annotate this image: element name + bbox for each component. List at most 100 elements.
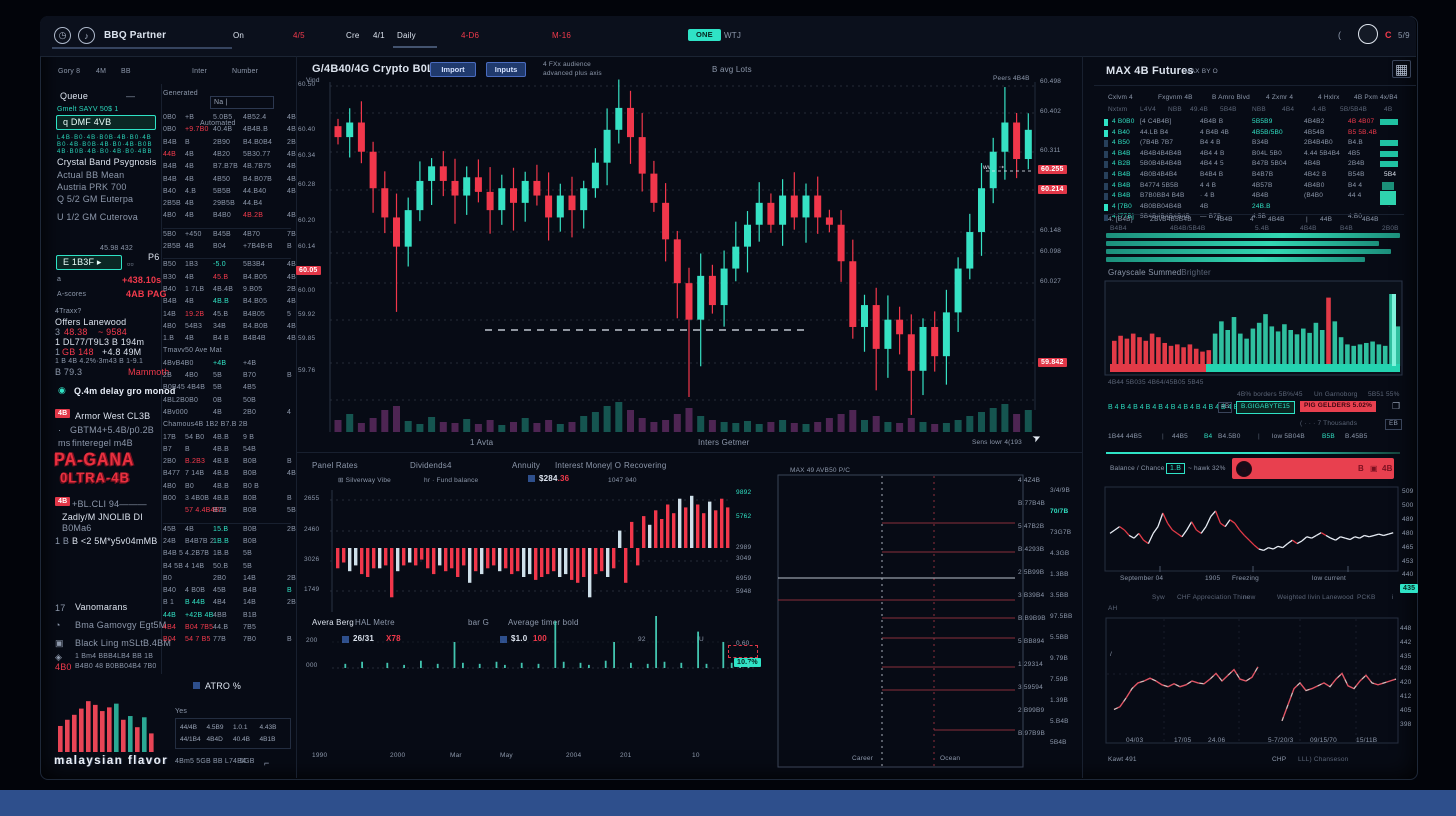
futures-row[interactable]: 4 B0B0[4 C4B4B]4B4B B5B5B94B4B24B 4B07 — [1104, 118, 1404, 128]
watchlist-row[interactable]: 44B4B4B205B30.774B — [163, 151, 293, 162]
clock-icon[interactable]: ◷ — [54, 27, 71, 44]
footer-link[interactable]: i — [1392, 595, 1394, 602]
column-header[interactable]: Fxgvnm 4B — [1158, 95, 1193, 102]
popout-icon[interactable]: ❐ — [1392, 402, 1400, 411]
futures-row[interactable]: 4 B4B4B4B4B4B4B4B4 4 BB04L 5B04.44 5B4B4… — [1104, 150, 1404, 160]
watchlist-row[interactable]: 17B54 B04B.B9 B — [163, 434, 293, 445]
section-grayscale[interactable]: Grayscale Summed — [1108, 269, 1181, 277]
section-brighter[interactable]: · Brighter — [1176, 269, 1211, 277]
watchlist-row[interactable]: B404.B5B5B44.B404B — [163, 188, 293, 199]
topbar-nav-item[interactable]: 4/5 — [293, 32, 305, 40]
futures-row[interactable]: 4 B4BB7B0BB4 B4B· 4 B4B4B(B4B044 4 — [1104, 192, 1404, 202]
column-header[interactable]: 4 Hxlrx — [1318, 95, 1340, 102]
eb-chip[interactable]: EB — [1385, 419, 1402, 430]
alert-badge[interactable]: C — [1385, 31, 1392, 40]
sidebar-filter-input[interactable]: Na | — [210, 96, 274, 109]
watchlist-row[interactable]: 5B0+450B45B4B707B — [163, 231, 293, 242]
inputs-button[interactable]: Inputs — [486, 62, 526, 77]
futures-row[interactable]: 4 B4BB4774 5B5B4 4 B4B57B4B4B0B4 4 — [1104, 182, 1404, 192]
column-header[interactable]: 4B Pxm 4x/B4 — [1354, 95, 1398, 102]
topbar-nav-item[interactable]: 4/1 — [373, 32, 385, 40]
footer-link[interactable]: Weighted livin Lanewood — [1277, 595, 1354, 602]
watchlist-row[interactable]: B401 7LB4B.4B9.B052B — [163, 286, 293, 297]
watchlist-row[interactable]: 4BL2B0B00B50B — [163, 397, 293, 408]
watchlist-row[interactable]: 44B+42B 4B4BBB1B — [163, 612, 293, 623]
symbol-select[interactable]: q DMF 4VB — [56, 115, 156, 130]
watchlist-row[interactable]: 0B0+9.7B040.4B4B4B.B4B — [163, 126, 293, 137]
gelders-chip[interactable]: PIG GELDERS 5.02% — [1300, 401, 1376, 412]
watchlist-row[interactable]: 4B4B04 7B544.B7B5 — [163, 624, 293, 635]
alert-progress-bar[interactable]: a B ▣ 4B — [1232, 458, 1394, 479]
watchlist-row[interactable]: 1.B4BB4 BB4B4B4B — [163, 335, 293, 346]
watchlist-row[interactable]: B 1B 44B4B414B2B — [163, 599, 293, 610]
tab-dividends[interactable]: Dividends — [410, 462, 447, 470]
watchlist-row[interactable]: 4Bv0004B2B04 — [163, 409, 293, 420]
notifications-icon[interactable]: ♪ — [78, 27, 95, 44]
futures-row[interactable]: 4 B50(7B4B 7B7B4 4 BB34B2B4B4B0B4.B — [1104, 139, 1404, 149]
futures-row[interactable]: 4 B2B5B0B4B4B4B4B4 4 5B47B 5B044B4B2B4B — [1104, 160, 1404, 170]
watchlist-row[interactable]: 2B0B.2B34B.BB0BB — [163, 458, 293, 469]
tab-panel-rates[interactable]: Panel Rates — [312, 462, 358, 470]
watchlist-row[interactable]: B4777 14B4B.BB0B4B — [163, 470, 293, 481]
grid-layout-icon[interactable]: ▦ — [1392, 60, 1411, 78]
topbar-nav-item[interactable]: On — [233, 32, 244, 40]
watchlist-row[interactable]: 2B5B4BB04+7B4B-BB — [163, 243, 293, 254]
cell: 45.B — [213, 311, 228, 318]
watchlist-row[interactable]: 4B054B334BB4.B0B4B — [163, 323, 293, 334]
watchlist-row[interactable]: 4B0B04B.BB0 B — [163, 483, 293, 494]
alert-icon-2[interactable]: ▣ — [1370, 465, 1378, 473]
topbar-nav-item[interactable]: Daily — [397, 32, 416, 40]
watchlist-row[interactable]: B0454 7 B577B7B0B — [163, 636, 293, 647]
topbar-nav-item[interactable]: 4-D6 — [461, 32, 479, 40]
watchlist-row[interactable]: 14B19.2B45.BB4B055 — [163, 311, 293, 322]
watchlist-row[interactable]: B0B45 4B4B5B4B5 — [163, 384, 293, 395]
topbar-nav-item[interactable]: Cre — [346, 32, 360, 40]
import-button[interactable]: Import — [430, 62, 476, 77]
futures-row[interactable]: 4 B4B4B0B4B4B4B4B4 BB4B7B4B42 BB54B5B4 — [1104, 171, 1404, 181]
cell: 4B.4B — [213, 286, 233, 293]
watchlist-row[interactable]: 45B4B15.BB0B2B — [163, 526, 293, 537]
futures-row[interactable]: 4 [7B04B0BB04B4B4B24B.B· — [1104, 203, 1404, 213]
topbar-badge[interactable]: ONE — [688, 29, 721, 41]
column-header[interactable]: 4 Zxmr 4 — [1266, 95, 1293, 102]
watchlist-row[interactable]: B7B4B.B54B — [163, 446, 293, 457]
watchlist-row[interactable]: B4B4B4B.BB4.B054B — [163, 298, 293, 309]
tab-interest-money[interactable]: Interest Money — [555, 462, 611, 470]
tab--o[interactable]: | O — [610, 462, 621, 470]
gigabyte-chip[interactable]: B.GIGABYTE15 — [1236, 401, 1295, 414]
alert-icon-1[interactable]: B — [1358, 465, 1364, 473]
watchlist-row[interactable]: B003 4B0B4B.BB0BB — [163, 495, 293, 506]
watchlist-row[interactable]: B4 5B4 14B50.B5B — [163, 563, 293, 574]
watchlist-row[interactable]: B4B 54.2B7B1B.B5B — [163, 550, 293, 561]
futures-row[interactable]: 4 B4044.LB B44 B4B 4B4B5B/5B04B54BB5 5B.… — [1104, 129, 1404, 139]
watchlist-row[interactable]: B4BB2B90B4.B0B42B — [163, 139, 293, 150]
tab-annuity[interactable]: Annuity — [512, 462, 540, 470]
watchlist-row[interactable]: 2B4B05BB70B — [163, 372, 293, 383]
tab-recovering[interactable]: Recovering — [624, 462, 666, 470]
watchlist-row[interactable]: 2B5B4B29B5B44.B4 — [163, 200, 293, 211]
footer-link[interactable]: Syw — [1152, 595, 1165, 602]
cell: 2B0 — [163, 458, 176, 465]
column-header[interactable]: B Amro Blvd — [1212, 95, 1250, 102]
watchlist-row[interactable]: B501B3-5.05B3B44B — [163, 261, 293, 272]
watchlist-row[interactable]: 4BvB4B0+4B+4B — [163, 360, 293, 371]
watchlist-row[interactable]: 0B0+B5.0B54B52.44B — [163, 114, 293, 125]
watchlist-row[interactable]: B02B014B2B — [163, 575, 293, 586]
watchlist-row[interactable]: 4B04BB4B04B.2B4B — [163, 212, 293, 223]
footer-link[interactable]: PCKB — [1357, 595, 1376, 602]
price-stepper[interactable]: E 1B3F ▸ — [56, 255, 122, 270]
watchlist-row[interactable]: 57 4.4B4B0B7BB0B5B — [163, 507, 293, 518]
footer-link[interactable]: CHF Appreciation Thine — [1177, 595, 1250, 602]
topbar-nav-item[interactable]: M-16 — [552, 32, 571, 40]
tab--[interactable]: 4 — [447, 462, 452, 470]
alert-icon-3[interactable]: 4B — [1382, 465, 1393, 473]
mini-chip[interactable]: 4B — [1218, 402, 1232, 413]
watchlist-row[interactable]: 24BB4B7B 21B.BB0B — [163, 538, 293, 549]
avatar[interactable] — [1358, 24, 1378, 44]
watchlist-row[interactable]: B4B4B4B50B4.B07B4B — [163, 176, 293, 187]
footer-link[interactable]: new — [1243, 595, 1256, 602]
watchlist-row[interactable]: B404 B0B45BB4BB — [163, 587, 293, 598]
column-header[interactable]: Cxlvm 4 — [1108, 95, 1133, 102]
watchlist-row[interactable]: B4B4BB7.B7B4B.7B754B — [163, 163, 293, 174]
watchlist-row[interactable]: B304B45.BB4.B054B — [163, 274, 293, 285]
